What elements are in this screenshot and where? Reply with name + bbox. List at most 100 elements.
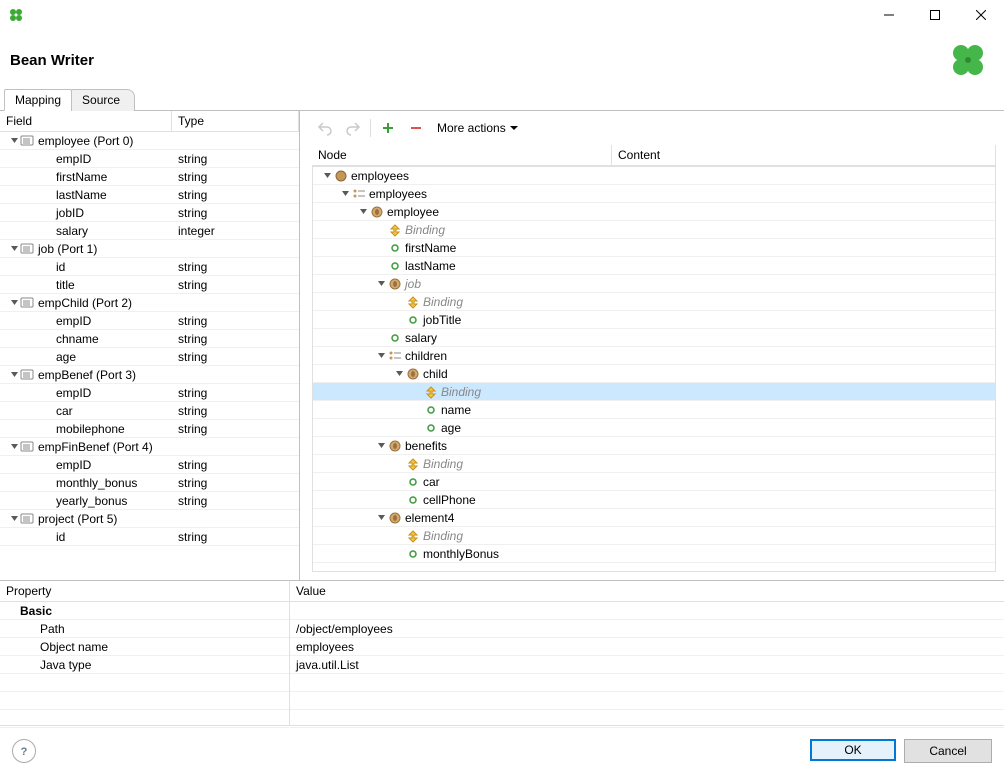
- field-row[interactable]: empIDstring: [0, 384, 299, 402]
- field-label: salary: [56, 224, 88, 238]
- node-row[interactable]: jobTitle: [313, 311, 995, 329]
- node-label: Binding: [423, 295, 463, 309]
- field-row[interactable]: job (Port 1): [0, 240, 299, 258]
- field-row[interactable]: yearly_bonusstring: [0, 492, 299, 510]
- expand-caret[interactable]: [375, 279, 387, 288]
- cancel-button[interactable]: Cancel: [904, 739, 992, 763]
- col-value[interactable]: Value: [290, 581, 1004, 602]
- node-row[interactable]: cellPhone: [313, 491, 995, 509]
- node-row[interactable]: Binding: [313, 221, 995, 239]
- node-row[interactable]: element4: [313, 509, 995, 527]
- more-actions-menu[interactable]: More actions: [433, 121, 522, 135]
- expand-caret[interactable]: [357, 207, 369, 216]
- undo-button[interactable]: [314, 117, 336, 139]
- mapping-tree[interactable]: employeesemployeesemployeeBindingfirstNa…: [312, 166, 996, 572]
- node-row[interactable]: employees: [313, 185, 995, 203]
- field-type: string: [172, 494, 299, 508]
- col-type[interactable]: Type: [172, 111, 299, 131]
- fields-panel: Field Type employee (Port 0)empIDstringf…: [0, 111, 300, 580]
- node-row[interactable]: employees: [313, 167, 995, 185]
- expand-caret[interactable]: [8, 136, 20, 145]
- field-row[interactable]: salaryinteger: [0, 222, 299, 240]
- bind-icon: [387, 222, 403, 238]
- logo-icon: [948, 40, 988, 80]
- help-button[interactable]: ?: [12, 739, 36, 763]
- tab-mapping[interactable]: Mapping: [4, 89, 72, 111]
- field-row[interactable]: mobilephonestring: [0, 420, 299, 438]
- field-row[interactable]: empIDstring: [0, 456, 299, 474]
- fields-tree[interactable]: employee (Port 0)empIDstringfirstNamestr…: [0, 132, 299, 580]
- tab-source[interactable]: Source: [71, 89, 135, 111]
- col-field[interactable]: Field: [0, 111, 172, 131]
- dropdown-icon: [510, 121, 518, 135]
- prop-value-row[interactable]: employees: [290, 638, 1004, 656]
- field-type: string: [172, 422, 299, 436]
- field-row[interactable]: carstring: [0, 402, 299, 420]
- port-icon: [20, 439, 36, 455]
- field-row[interactable]: empIDstring: [0, 150, 299, 168]
- node-row[interactable]: firstName: [313, 239, 995, 257]
- field-row[interactable]: idstring: [0, 528, 299, 546]
- node-row[interactable]: benefits: [313, 437, 995, 455]
- field-row[interactable]: empBenef (Port 3): [0, 366, 299, 384]
- field-row[interactable]: lastNamestring: [0, 186, 299, 204]
- field-row[interactable]: employee (Port 0): [0, 132, 299, 150]
- node-row[interactable]: age: [313, 419, 995, 437]
- node-label: Binding: [423, 457, 463, 471]
- field-row[interactable]: empChild (Port 2): [0, 294, 299, 312]
- node-row[interactable]: lastName: [313, 257, 995, 275]
- prop-value-row[interactable]: /object/employees: [290, 620, 1004, 638]
- node-row[interactable]: Binding: [313, 383, 995, 401]
- field-row[interactable]: titlestring: [0, 276, 299, 294]
- node-row[interactable]: Binding: [313, 527, 995, 545]
- field-row[interactable]: monthly_bonusstring: [0, 474, 299, 492]
- expand-caret[interactable]: [339, 189, 351, 198]
- node-row[interactable]: Binding: [313, 455, 995, 473]
- maximize-button[interactable]: [912, 0, 958, 30]
- prop-row[interactable]: Object name: [0, 638, 289, 656]
- field-row[interactable]: firstNamestring: [0, 168, 299, 186]
- titlebar: [0, 0, 1004, 30]
- redo-button[interactable]: [342, 117, 364, 139]
- expand-caret[interactable]: [375, 351, 387, 360]
- node-row[interactable]: children: [313, 347, 995, 365]
- field-row[interactable]: agestring: [0, 348, 299, 366]
- close-button[interactable]: [958, 0, 1004, 30]
- expand-caret[interactable]: [375, 513, 387, 522]
- add-button[interactable]: [377, 117, 399, 139]
- col-node[interactable]: Node: [312, 145, 612, 165]
- col-property[interactable]: Property: [0, 581, 289, 602]
- field-row[interactable]: idstring: [0, 258, 299, 276]
- expand-caret[interactable]: [8, 298, 20, 307]
- remove-button[interactable]: [405, 117, 427, 139]
- node-row[interactable]: name: [313, 401, 995, 419]
- expand-caret[interactable]: [321, 171, 333, 180]
- expand-caret[interactable]: [375, 441, 387, 450]
- node-row[interactable]: Binding: [313, 293, 995, 311]
- node-row[interactable]: child: [313, 365, 995, 383]
- expand-caret[interactable]: [8, 370, 20, 379]
- node-label: benefits: [405, 439, 447, 453]
- prop-row[interactable]: Java type: [0, 656, 289, 674]
- field-row[interactable]: jobIDstring: [0, 204, 299, 222]
- node-row[interactable]: monthlyBonus: [313, 545, 995, 563]
- expand-caret[interactable]: [8, 442, 20, 451]
- minimize-button[interactable]: [866, 0, 912, 30]
- expand-caret[interactable]: [8, 514, 20, 523]
- node-row[interactable]: job: [313, 275, 995, 293]
- field-type: string: [172, 170, 299, 184]
- node-row[interactable]: employee: [313, 203, 995, 221]
- field-row[interactable]: project (Port 5): [0, 510, 299, 528]
- field-type: string: [172, 188, 299, 202]
- field-row[interactable]: empFinBenef (Port 4): [0, 438, 299, 456]
- expand-caret[interactable]: [393, 369, 405, 378]
- field-row[interactable]: empIDstring: [0, 312, 299, 330]
- col-content[interactable]: Content: [612, 145, 996, 165]
- expand-caret[interactable]: [8, 244, 20, 253]
- node-row[interactable]: salary: [313, 329, 995, 347]
- ok-button[interactable]: OK: [810, 739, 896, 761]
- prop-value-row[interactable]: java.util.List: [290, 656, 1004, 674]
- field-row[interactable]: chnamestring: [0, 330, 299, 348]
- node-row[interactable]: car: [313, 473, 995, 491]
- prop-row[interactable]: Path: [0, 620, 289, 638]
